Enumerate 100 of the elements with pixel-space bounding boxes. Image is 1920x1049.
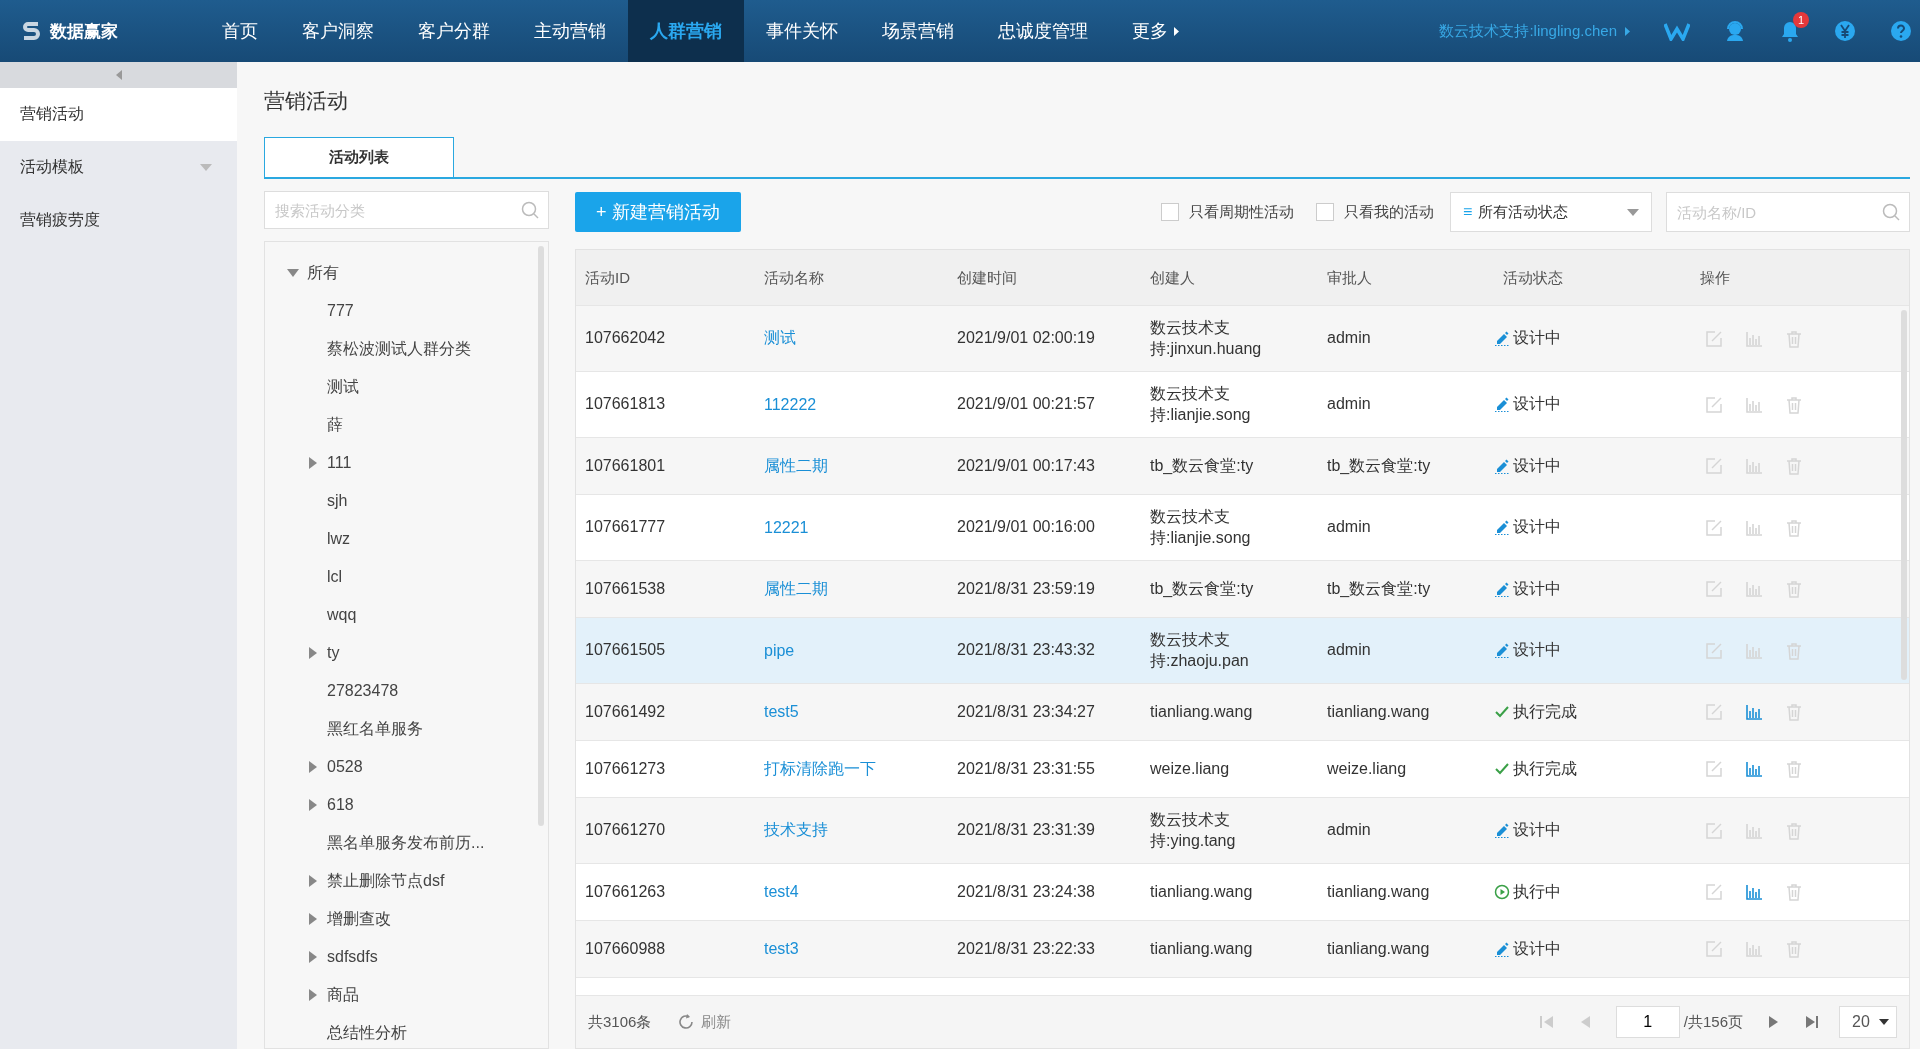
table-cell-text: 107661813	[584, 394, 667, 415]
status-text: 设计中	[1513, 394, 1561, 415]
checkbox[interactable]	[1316, 203, 1334, 221]
stats-button[interactable]	[1745, 760, 1763, 778]
nav-tab[interactable]: 首页	[200, 0, 280, 62]
page-input[interactable]: 1	[1615, 1006, 1680, 1038]
nav-tab[interactable]: 主动营销	[512, 0, 628, 62]
tree-item[interactable]: sdfsdfs	[327, 948, 378, 966]
edit-button[interactable]	[1705, 580, 1723, 598]
tree-item[interactable]: 总结性分析	[327, 1022, 407, 1044]
table-row[interactable]: 107661492 test5 2021/8/31 23:34:27 tianliang.wang tianliang.wang 执行完成	[576, 684, 1909, 741]
edit-icon	[1705, 641, 1723, 660]
tree-item[interactable]: lwz	[327, 530, 351, 548]
edit-button[interactable]	[1705, 703, 1723, 721]
edit-button[interactable]	[1705, 329, 1723, 348]
edit-button[interactable]	[1705, 883, 1723, 901]
tree-item[interactable]: 111	[327, 454, 352, 472]
trash-icon	[1785, 760, 1803, 778]
tree-item[interactable]: 测试	[327, 376, 359, 398]
tree-item[interactable]: 增删查改	[327, 908, 391, 930]
table-cell-text: 2021/8/31 23:22:33	[956, 938, 1096, 959]
delete-button[interactable]	[1785, 457, 1803, 475]
tree-item[interactable]: wqq	[327, 606, 357, 624]
tree-item[interactable]: sjh	[327, 492, 348, 510]
page-size-select[interactable]: 20	[1839, 1006, 1897, 1038]
delete-button[interactable]	[1785, 940, 1803, 958]
stats-button[interactable]	[1745, 883, 1763, 901]
scrollbar[interactable]	[538, 246, 544, 826]
delete-button[interactable]	[1785, 518, 1803, 537]
nav-tab[interactable]: 客户分群	[396, 0, 512, 62]
tree-item[interactable]: 蔡松波测试人群分类	[327, 338, 471, 360]
status-text: 执行完成	[1513, 758, 1577, 779]
edit-button[interactable]	[1705, 940, 1723, 958]
tab[interactable]: 活动列表	[264, 137, 454, 177]
tree-item[interactable]: 黑名单服务发布前历...	[327, 832, 485, 854]
edit-button[interactable]	[1705, 518, 1723, 537]
activity-link[interactable]: test4	[755, 883, 799, 900]
table-row[interactable]: 107661538 属性二期 2021/8/31 23:59:19 tb_数云食堂:ty tb_数云食堂:ty 设计中	[576, 561, 1909, 618]
table-row[interactable]: 107660988 test3 2021/8/31 23:22:33 tianliang.wang tianliang.wang 设计中	[576, 921, 1909, 978]
nav-tab[interactable]: 更多	[1110, 0, 1201, 62]
scrollbar[interactable]	[1901, 310, 1907, 680]
tree-item[interactable]: 禁止删除节点dsf	[327, 870, 445, 892]
table-cell-text: 数云技术支持:lianjie.song	[1149, 383, 1252, 425]
caret-right-icon	[309, 875, 317, 887]
table-cell-text: 107662042	[584, 328, 667, 349]
w-logo-icon	[1664, 21, 1690, 41]
edit-button[interactable]	[1705, 760, 1723, 778]
delete-button[interactable]	[1785, 395, 1803, 414]
caret-left-icon	[115, 70, 122, 80]
table-row[interactable]: 107661505 pipe 2021/8/31 23:43:32 数云技术支持:zhaoju.pan admin 设计中	[576, 618, 1909, 684]
table-cell-text: 107661270	[584, 820, 667, 841]
tree-item[interactable]: 商品	[327, 984, 359, 1006]
tree-item[interactable]: 黑红名单服务	[327, 718, 423, 740]
status-text: 设计中	[1513, 640, 1561, 661]
sidebar-item[interactable]: 营销疲劳度	[0, 194, 237, 247]
edit-button[interactable]	[1705, 821, 1723, 840]
nav-tab[interactable]: 人群营销	[628, 0, 744, 62]
tree-item[interactable]: 0528	[327, 758, 363, 776]
delete-button[interactable]	[1785, 329, 1803, 348]
nav-tab[interactable]: 忠诚度管理	[976, 0, 1110, 62]
nav-tab[interactable]: 场景营销	[860, 0, 976, 62]
edit-button[interactable]	[1705, 395, 1723, 414]
tree-item[interactable]: 618	[327, 796, 354, 814]
edit-button[interactable]	[1705, 457, 1723, 475]
last-page-button[interactable]	[1805, 1015, 1819, 1029]
tree-item[interactable]: 27823478	[327, 682, 399, 700]
support-icon	[1724, 20, 1746, 42]
delete-button[interactable]	[1785, 821, 1803, 840]
delete-button[interactable]	[1785, 641, 1803, 660]
tree-item[interactable]: 所有	[307, 262, 339, 284]
checkbox-label: 只看周期性活动	[1189, 202, 1294, 222]
nav-tab[interactable]: 客户洞察	[280, 0, 396, 62]
next-page-button[interactable]	[1769, 1015, 1779, 1029]
status-select[interactable]: ≡ 所有活动状态	[1450, 192, 1652, 232]
delete-button[interactable]	[1785, 883, 1803, 901]
tree-item[interactable]: ty	[327, 644, 340, 662]
tree-item[interactable]: 薛	[327, 414, 343, 436]
delete-button[interactable]	[1785, 760, 1803, 778]
activity-link[interactable]: 打标清除跑一下	[755, 759, 876, 777]
table-row[interactable]: 107661801 属性二期 2021/9/01 00:17:43 tb_数云食堂:ty tb_数云食堂:ty 设计中	[576, 438, 1909, 495]
sidebar-item[interactable]: 营销活动	[0, 88, 237, 141]
table-cell-text: admin	[1326, 328, 1372, 349]
delete-button[interactable]	[1785, 580, 1803, 598]
delete-button[interactable]	[1785, 703, 1803, 721]
nav-tab[interactable]: 事件关怀	[744, 0, 860, 62]
activity-link[interactable]: 112222	[755, 395, 817, 413]
table-row[interactable]: 107662042 测试 2021/9/01 02:00:19 数云技术支持:jinxun.huang admin 设计中	[576, 306, 1909, 372]
table-cell-text: 107660988	[584, 938, 667, 959]
tree-item[interactable]: 777	[327, 302, 354, 320]
column-header: 创建时间	[956, 267, 1018, 288]
prev-page-button[interactable]	[1579, 1015, 1590, 1029]
collapse-bar[interactable]	[0, 62, 237, 88]
activity-link[interactable]: 12221	[755, 518, 809, 536]
sidebar-item[interactable]: 活动模板	[0, 141, 237, 194]
tree-item[interactable]: lcl	[327, 568, 343, 586]
table-row[interactable]: 107661270 技术支持 2021/8/31 23:31:39 数云技术支持:ying.tang admin 设计中	[576, 798, 1909, 864]
checkbox[interactable]	[1161, 203, 1179, 221]
first-page-button[interactable]	[1539, 1015, 1554, 1029]
stats-button[interactable]	[1745, 703, 1763, 721]
edit-button[interactable]	[1705, 641, 1723, 660]
